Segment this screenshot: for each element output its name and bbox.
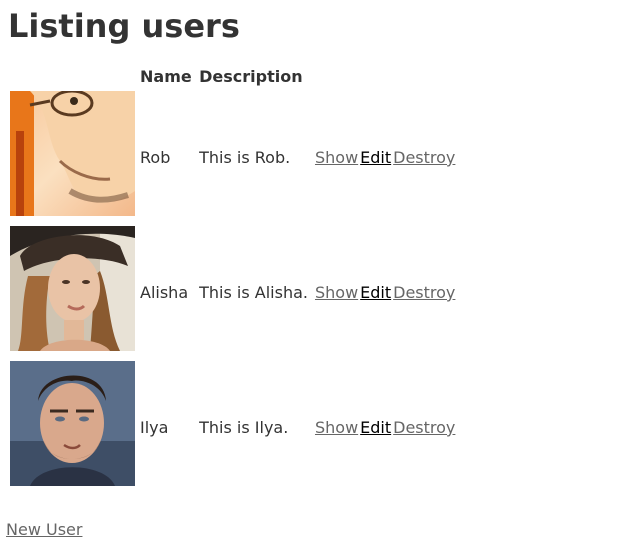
avatar-column-header <box>8 64 137 89</box>
row-actions: Show Edit Destroy <box>314 361 458 494</box>
avatar-cell <box>8 361 137 494</box>
page-title: Listing users <box>8 7 240 45</box>
avatar <box>10 226 135 351</box>
row-actions: Show Edit Destroy <box>314 226 458 359</box>
user-name: Alisha <box>140 283 189 302</box>
avatar-cell <box>8 226 137 359</box>
user-description: This is Rob. <box>199 148 291 167</box>
table-row: Alisha This is Alisha. Show Edit Destroy <box>8 226 458 359</box>
users-table: Name Description Rob This is Rob. Show E… <box>6 62 460 496</box>
table-row: Rob This is Rob. Show Edit Destroy <box>8 91 458 224</box>
user-name: Rob <box>140 148 171 167</box>
show-link[interactable]: Show <box>315 418 358 437</box>
avatar-cell <box>8 91 137 224</box>
table-row: Ilya This is Ilya. Show Edit Destroy <box>8 361 458 494</box>
edit-link[interactable]: Edit <box>360 148 391 167</box>
avatar <box>10 361 135 486</box>
destroy-link[interactable]: Destroy <box>393 148 455 167</box>
description-column-header: Description <box>199 66 303 86</box>
destroy-link[interactable]: Destroy <box>393 283 455 302</box>
table-header-row: Name Description <box>8 64 458 89</box>
show-link[interactable]: Show <box>315 283 358 302</box>
show-link[interactable]: Show <box>315 148 358 167</box>
user-name: Ilya <box>140 418 169 437</box>
edit-link[interactable]: Edit <box>360 283 391 302</box>
destroy-link[interactable]: Destroy <box>393 418 455 437</box>
avatar <box>10 91 135 216</box>
name-column-header: Name <box>140 66 192 86</box>
new-user-link[interactable]: New User <box>6 520 82 539</box>
user-description: This is Ilya. <box>199 418 289 437</box>
actions-column-header <box>314 64 458 89</box>
row-actions: Show Edit Destroy <box>314 91 458 224</box>
edit-link[interactable]: Edit <box>360 418 391 437</box>
user-description: This is Alisha. <box>199 283 308 302</box>
